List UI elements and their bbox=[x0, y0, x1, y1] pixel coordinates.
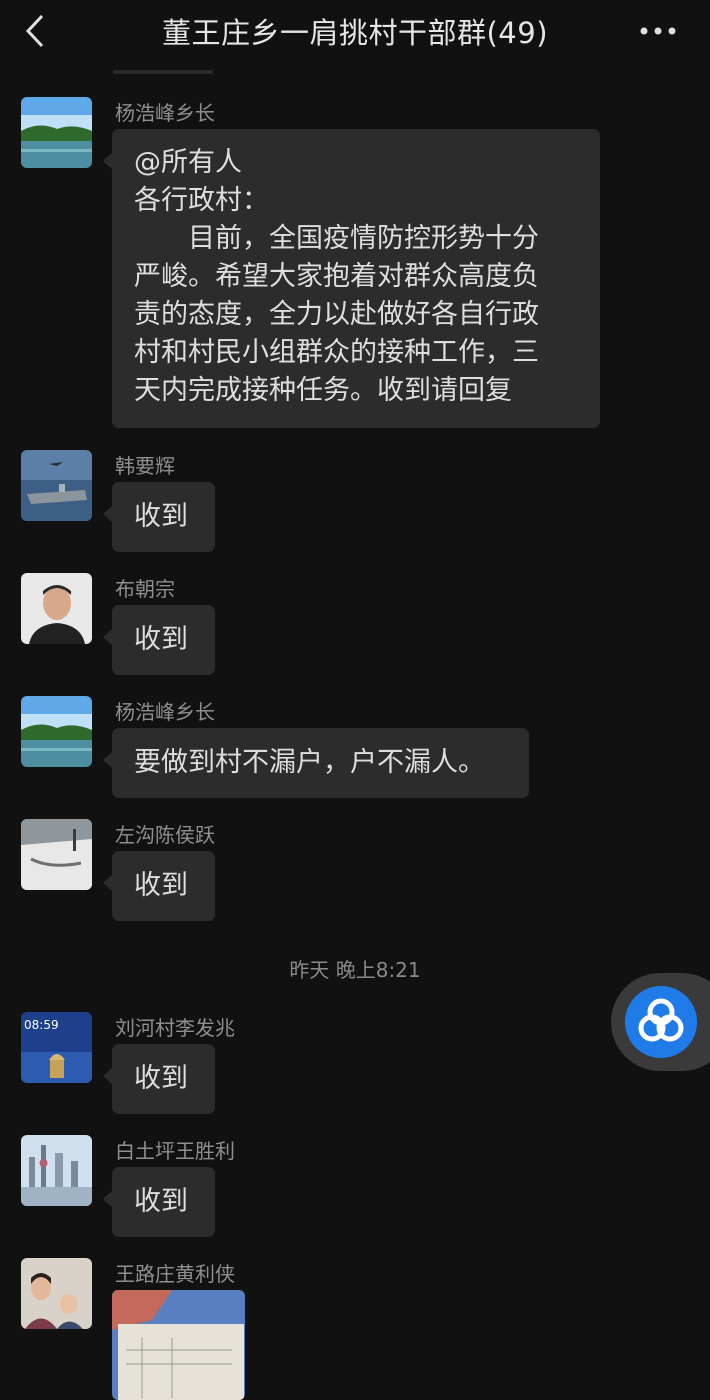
sender-name: 韩要辉 bbox=[115, 454, 175, 478]
message-line: 各行政村： bbox=[134, 185, 269, 216]
sender-name: 左沟陈侯跃 bbox=[115, 823, 215, 847]
sender-name: 白土坪王胜利 bbox=[115, 1139, 235, 1163]
time-divider: 昨天 晚上8:21 bbox=[289, 958, 421, 982]
avatar-clock: 08:59 bbox=[24, 1018, 59, 1032]
message-bubble[interactable]: @所有人 各行政村： 目前，全国疫情防控形势十分 严峻。希望大家抱着对群众高度负… bbox=[103, 129, 600, 428]
floating-assistant-button[interactable] bbox=[611, 973, 710, 1071]
chat-title: 董王庄乡一肩挑村干部群(49) bbox=[161, 16, 549, 50]
snowy-street-avatar[interactable] bbox=[21, 819, 92, 890]
lake-landscape-avatar[interactable] bbox=[21, 696, 92, 767]
assistant-logo-icon bbox=[625, 986, 697, 1058]
lake-landscape-avatar[interactable] bbox=[21, 97, 92, 168]
message-line: 天内完成接种任务。收到请回复 bbox=[134, 375, 512, 406]
message-line: 目前，全国疫情防控形势十分 bbox=[188, 223, 539, 254]
message-line: 严峻。希望大家抱着对群众高度负 bbox=[134, 261, 539, 292]
aircraft-carrier-avatar[interactable] bbox=[21, 450, 92, 521]
sender-name: 王路庄黄利侠 bbox=[115, 1262, 235, 1286]
message-line: @所有人 bbox=[134, 147, 242, 178]
previous-message-edge bbox=[113, 70, 213, 74]
phone-lockscreen-avatar[interactable]: 08:59 bbox=[21, 1012, 92, 1083]
message-bubble[interactable]: 收到 bbox=[103, 851, 215, 921]
message-bubble[interactable]: 要做到村不漏户，户不漏人。 bbox=[103, 728, 529, 798]
message-bubble[interactable]: 收到 bbox=[103, 1167, 215, 1237]
sender-name: 杨浩峰乡长 bbox=[115, 700, 215, 724]
family-photo-avatar[interactable] bbox=[21, 1258, 92, 1329]
city-skyline-avatar[interactable] bbox=[21, 1135, 92, 1206]
man-portrait-avatar[interactable] bbox=[21, 573, 92, 644]
sender-name: 刘河村李发兆 bbox=[115, 1016, 235, 1040]
message-bubble[interactable]: 收到 bbox=[103, 605, 215, 675]
chat-header: 董王庄乡一肩挑村干部群(49) bbox=[0, 0, 710, 62]
sender-name: 杨浩峰乡长 bbox=[115, 101, 215, 125]
sender-name: 布朝宗 bbox=[115, 577, 175, 601]
message-bubble[interactable]: 收到 bbox=[103, 482, 215, 552]
message-line: 责的态度，全力以赴做好各自行政 bbox=[134, 299, 539, 330]
more-dots-icon[interactable] bbox=[636, 14, 680, 48]
message-line: 村和村民小组群众的接种工作，三 bbox=[134, 337, 539, 368]
message-bubble[interactable]: 收到 bbox=[103, 1044, 215, 1114]
document-photo-image[interactable] bbox=[112, 1290, 245, 1400]
